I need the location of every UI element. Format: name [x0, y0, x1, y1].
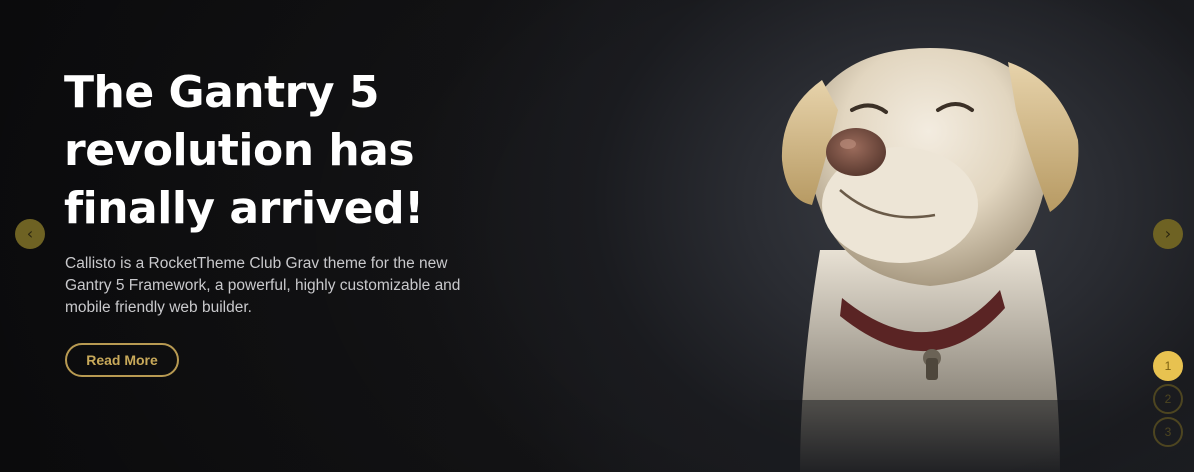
next-slide-button[interactable]: › — [1153, 219, 1183, 249]
slide-headline: The Gantry 5 revolution has finally arri… — [64, 67, 424, 234]
pagination-dot-3[interactable]: 3 — [1153, 417, 1183, 447]
chevron-left-icon: ‹ — [26, 224, 34, 243]
slide-pagination: 1 2 3 — [1153, 351, 1183, 450]
prev-slide-button[interactable]: ‹ — [15, 219, 45, 249]
pagination-dot-2[interactable]: 2 — [1153, 384, 1183, 414]
hero-slider: The Gantry 5 revolution has finally arri… — [0, 0, 1194, 472]
slide-description: Callisto is a RocketTheme Club Grav them… — [65, 255, 461, 316]
pagination-dot-1[interactable]: 1 — [1153, 351, 1183, 381]
chevron-right-icon: › — [1164, 224, 1172, 243]
dog-photo — [760, 48, 1100, 472]
read-more-button[interactable]: Read More — [65, 343, 179, 377]
